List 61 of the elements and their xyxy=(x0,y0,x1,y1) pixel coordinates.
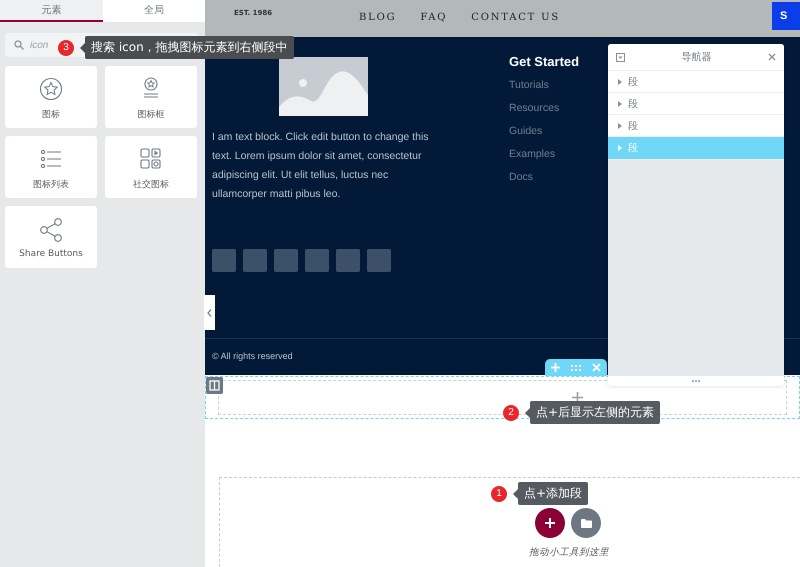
add-icon xyxy=(572,392,583,403)
caret-icon xyxy=(618,145,622,151)
menu-link[interactable]: Guides xyxy=(509,125,580,148)
collapse-tab[interactable] xyxy=(204,295,215,330)
columns-icon[interactable] xyxy=(206,377,223,394)
widget-card[interactable]: 图标 xyxy=(5,66,97,128)
navigator-title: 导航器 xyxy=(682,50,712,64)
social-placeholder xyxy=(274,249,298,272)
image-placeholder-icon xyxy=(279,57,368,116)
copyright: © All rights reserved xyxy=(212,351,294,361)
menu-link[interactable]: Docs xyxy=(509,171,580,194)
menu-link[interactable]: Examples xyxy=(509,148,580,171)
header-button[interactable]: S xyxy=(772,2,800,30)
tooltip-pointer xyxy=(80,42,85,52)
social-placeholder xyxy=(367,249,391,272)
add-icon xyxy=(545,518,555,528)
widget-label: 图标 xyxy=(42,108,60,120)
widget-label: Share Buttons xyxy=(19,249,83,259)
widget-label: 图标列表 xyxy=(33,178,69,190)
tooltip: 点+后显示左侧的元素 xyxy=(530,401,660,424)
social-placeholder xyxy=(305,249,329,272)
tooltip-pointer xyxy=(525,408,530,418)
tooltip: 点+添加段 xyxy=(518,482,588,505)
nav-link[interactable]: CONTACT US xyxy=(471,12,560,23)
step-badge: 1 xyxy=(491,486,507,502)
caret-icon xyxy=(618,100,622,106)
add-icon[interactable] xyxy=(550,363,560,372)
caret-icon xyxy=(618,122,622,128)
chevron-left-icon xyxy=(207,308,212,316)
social-placeholder xyxy=(243,249,267,272)
search-icon xyxy=(14,40,24,50)
navigator-item[interactable]: 段 xyxy=(608,93,784,115)
add-section-button[interactable] xyxy=(535,508,565,538)
panel-tab[interactable]: 全局 xyxy=(102,0,205,22)
widget-card[interactable]: 图标框 xyxy=(105,66,197,128)
menu-title: Get Started xyxy=(509,54,580,69)
nav-link[interactable]: BLOG xyxy=(359,12,396,23)
navigator-item[interactable]: 段 xyxy=(608,71,784,93)
widget-label: 图标框 xyxy=(138,108,164,120)
close-icon[interactable] xyxy=(768,53,776,61)
widget-card[interactable]: 图标列表 xyxy=(5,136,97,198)
navigator-item[interactable]: 段 xyxy=(608,115,784,137)
tooltip-pointer xyxy=(513,488,518,498)
widget-card[interactable]: Share Buttons xyxy=(5,206,97,268)
widget-card[interactable]: 社交图标 xyxy=(105,136,197,198)
nav-link[interactable]: FAQ xyxy=(420,12,448,23)
caret-icon xyxy=(618,78,622,84)
body-text: I am text block. Click edit button to change this text. Lorem ipsum dolor sit amet, consectetur adipiscing elit. Ut elit tellus, luctus nec ullamcorper matti pibus leo. xyxy=(212,130,430,202)
menu-link[interactable]: Resources xyxy=(509,102,580,125)
social-placeholder xyxy=(336,249,360,272)
collapse-icon[interactable] xyxy=(616,52,625,62)
widget-label: 社交图标 xyxy=(133,178,169,190)
drop-hint: 拖动小工具到这里 xyxy=(528,546,609,559)
drag-icon[interactable] xyxy=(570,364,581,370)
social-placeholder xyxy=(212,249,236,272)
tooltip: 搜索 icon，拖拽图标元素到右侧段中 xyxy=(85,36,294,59)
resize-handle-icon xyxy=(692,380,700,382)
folder-icon xyxy=(580,518,592,528)
menu-link[interactable]: Tutorials xyxy=(509,79,580,102)
panel-tab[interactable]: 元素 xyxy=(0,0,102,22)
template-button[interactable] xyxy=(571,508,601,538)
